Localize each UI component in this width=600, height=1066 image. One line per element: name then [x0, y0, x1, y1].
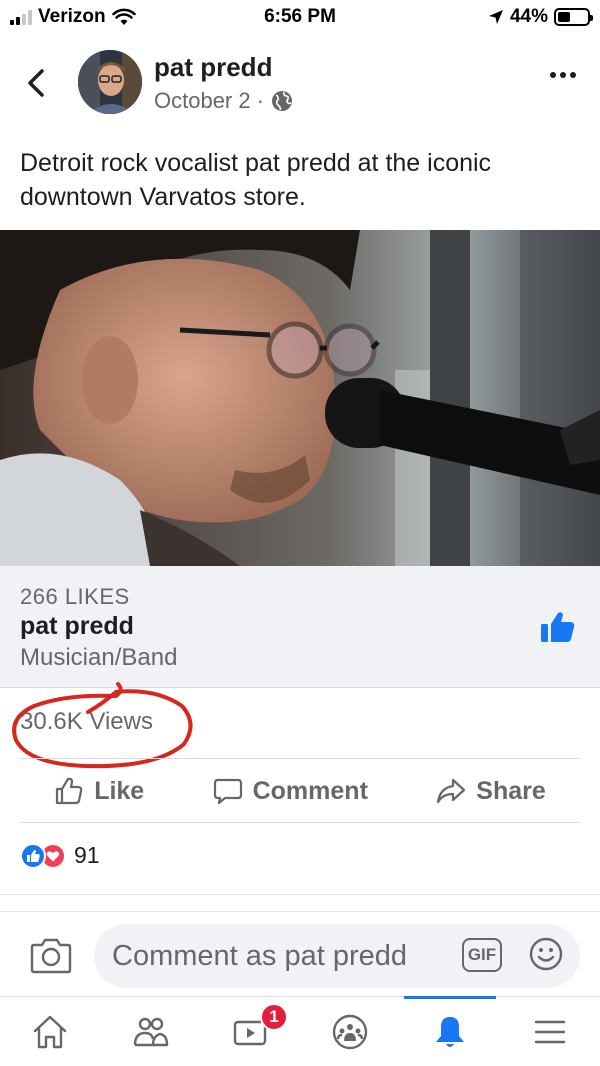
battery-fill — [558, 12, 571, 22]
avatar[interactable] — [78, 50, 142, 114]
notifications-icon — [436, 1016, 464, 1047]
comment-bubble-icon — [213, 778, 242, 805]
battery-percent: 44% — [509, 6, 548, 27]
divider — [20, 822, 580, 823]
tab-notifications[interactable] — [400, 996, 500, 1066]
page-card[interactable]: 266 LIKES pat predd Musician/Band — [0, 566, 600, 688]
tab-watch[interactable]: 1 — [200, 997, 300, 1066]
reactions-summary[interactable]: 91 — [20, 842, 100, 869]
page-category: Musician/Band — [20, 644, 178, 671]
meta-separator: · — [256, 88, 264, 113]
avatar-photo — [78, 50, 142, 114]
home-icon — [33, 1015, 67, 1048]
tab-groups[interactable] — [300, 997, 400, 1066]
post-header: pat predd October 2 · — [0, 44, 600, 124]
action-bar: Like Comment Share — [0, 760, 600, 822]
comment-input[interactable]: Comment as pat predd GIF — [94, 924, 580, 988]
like-label: Like — [94, 776, 145, 805]
menu-icon — [534, 1020, 566, 1043]
reaction-count: 91 — [74, 842, 100, 868]
location-arrow-icon — [488, 10, 503, 24]
more-options-icon[interactable] — [550, 72, 576, 78]
share-label: Share — [476, 776, 546, 805]
like-reaction-icon — [20, 842, 46, 869]
post-date[interactable]: October 2 — [154, 88, 251, 114]
gif-button[interactable]: GIF — [462, 938, 502, 972]
comment-label: Comment — [252, 776, 368, 805]
page-name[interactable]: pat predd — [20, 612, 134, 641]
page-like-button[interactable] — [540, 610, 576, 644]
video-thumbnail — [0, 230, 600, 566]
comment-button[interactable]: Comment — [213, 776, 368, 806]
tab-friends[interactable] — [100, 997, 200, 1066]
thumbs-up-icon — [56, 777, 83, 805]
like-button[interactable]: Like — [54, 776, 144, 806]
tab-menu[interactable] — [500, 997, 600, 1066]
watch-notification-badge: 1 — [260, 1003, 288, 1031]
status-bar: Verizon 6:56 PM 44% — [0, 0, 600, 34]
back-button[interactable] — [22, 66, 52, 100]
battery-icon — [554, 8, 593, 26]
post-text: Detroit rock vocalist pat predd at the i… — [20, 149, 492, 211]
tab-home[interactable] — [0, 997, 100, 1066]
share-button[interactable]: Share — [436, 776, 546, 806]
friends-icon — [133, 1017, 169, 1046]
globe-icon — [271, 91, 292, 111]
author-name[interactable]: pat predd — [154, 52, 272, 83]
video-player[interactable] — [0, 230, 600, 566]
page-likes-count: 266 LIKES — [20, 584, 130, 609]
camera-icon[interactable] — [30, 936, 72, 974]
divider — [20, 758, 580, 759]
bottom-tab-bar: 1 — [0, 996, 600, 1066]
groups-icon — [332, 1014, 368, 1049]
emoji-icon[interactable] — [528, 936, 564, 972]
share-arrow-icon — [437, 778, 466, 804]
status-right: 44% — [488, 6, 593, 28]
post-meta: October 2 · — [154, 88, 294, 114]
comment-composer: Comment as pat predd GIF — [0, 924, 600, 990]
comment-placeholder: Comment as pat predd — [112, 940, 407, 972]
section-divider — [0, 894, 600, 912]
